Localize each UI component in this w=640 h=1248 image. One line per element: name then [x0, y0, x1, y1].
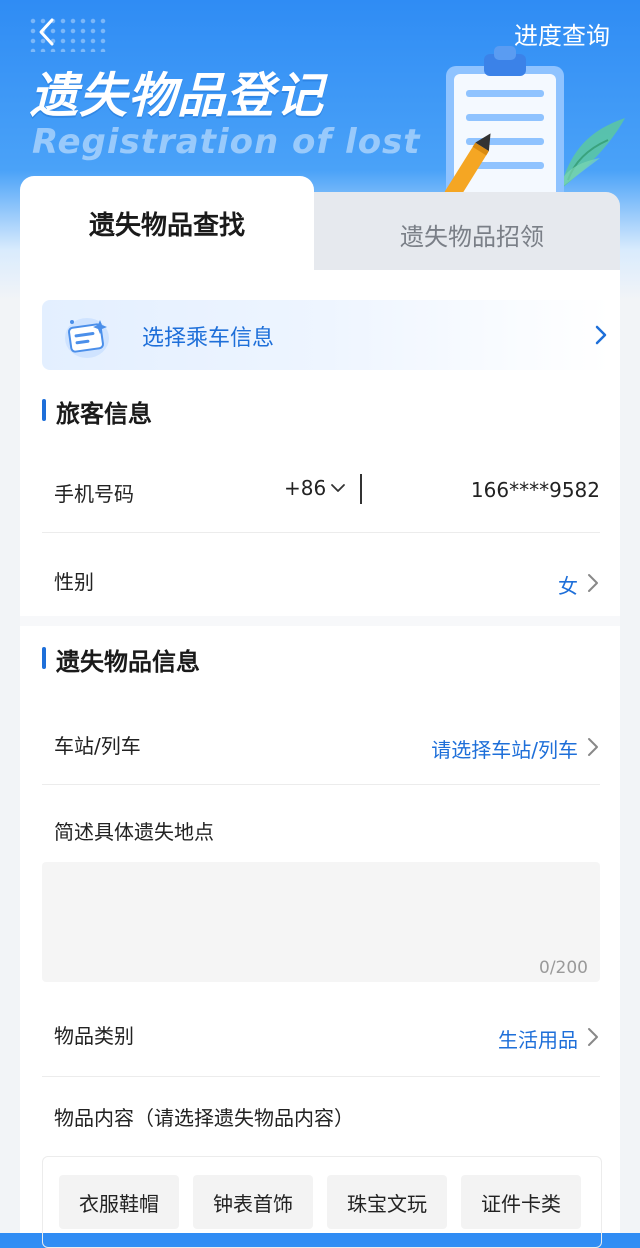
page-subtitle-en: Registration of lost [32, 122, 421, 162]
option-watches-jewelry[interactable]: 钟表首饰 [193, 1175, 313, 1229]
option-documents-cards[interactable]: 证件卡类 [461, 1175, 581, 1229]
tab-label: 遗失物品查找 [88, 210, 245, 241]
station-select: 请选择车站/列车 [431, 738, 578, 762]
category-label: 物品类别 [54, 1024, 134, 1048]
chevron-right-icon [595, 325, 607, 345]
tab-lost-item-claim[interactable]: 遗失物品招领 [300, 192, 620, 276]
passenger-info-title: 旅客信息 [42, 394, 152, 429]
ticket-icon [65, 318, 109, 358]
gender-label: 性别 [54, 570, 94, 594]
chevron-right-icon [588, 738, 598, 756]
select-ride-info-label: 选择乘车信息 [142, 326, 275, 351]
country-code-select[interactable]: +86 [284, 476, 346, 500]
tab-label: 遗失物品招领 [400, 222, 544, 251]
phone-input[interactable]: 166****9582 [471, 478, 600, 502]
item-content-label: 物品内容（请选择遗失物品内容） [54, 1106, 354, 1130]
form-card: 选择乘车信息 旅客信息 手机号码 +86 166****9582 性别 女 遗失… [20, 270, 620, 1248]
select-ride-info-button[interactable]: 选择乘车信息 [42, 300, 610, 370]
item-content-options: 衣服鞋帽 钟表首饰 珠宝文玩 证件卡类 [42, 1156, 602, 1248]
input-divider [360, 474, 362, 504]
char-counter: 0/200 [539, 958, 588, 978]
page-title: 遗失物品登记 [30, 68, 325, 124]
chevron-right-icon [588, 1028, 598, 1046]
chevron-right-icon [588, 574, 598, 592]
category-value: 生活用品 [498, 1028, 578, 1052]
item-info-title: 遗失物品信息 [42, 642, 200, 677]
gender-value: 女 [558, 574, 578, 598]
location-textarea[interactable]: 0/200 [42, 862, 600, 982]
country-code-value: +86 [284, 476, 327, 500]
category-row[interactable]: 物品类别 生活用品 [42, 986, 600, 1077]
back-arrow-icon [39, 18, 54, 46]
option-clothing[interactable]: 衣服鞋帽 [59, 1175, 179, 1229]
clipboard-illustration-icon [444, 46, 625, 200]
gender-row[interactable]: 性别 女 [42, 532, 600, 616]
phone-label: 手机号码 [54, 482, 134, 506]
tab-lost-item-search[interactable]: 遗失物品查找 [20, 176, 314, 280]
phone-row: 手机号码 +86 166****9582 [42, 448, 600, 533]
back-button[interactable] [30, 14, 66, 50]
chevron-down-icon [331, 484, 346, 492]
station-label: 车站/列车 [54, 734, 141, 758]
option-jewelry-antiques[interactable]: 珠宝文玩 [327, 1175, 447, 1229]
section-divider [20, 616, 620, 626]
location-label: 简述具体遗失地点 [54, 820, 214, 844]
station-row[interactable]: 车站/列车 请选择车站/列车 [42, 696, 600, 785]
